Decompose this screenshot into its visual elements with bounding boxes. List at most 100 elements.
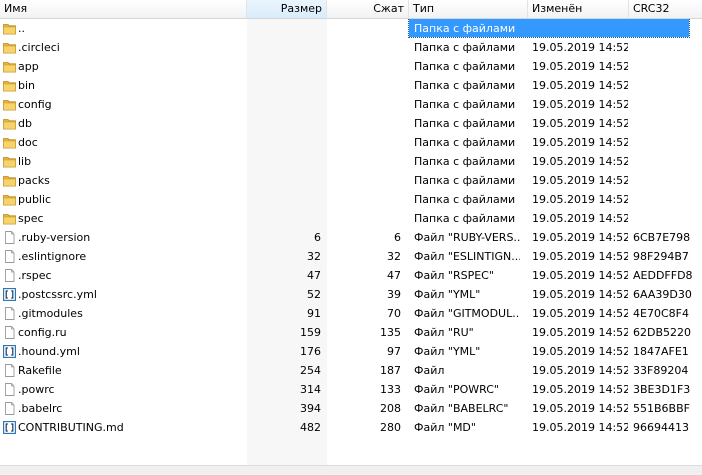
file-name: public <box>18 193 52 206</box>
file-packed-size: 70 <box>387 307 401 320</box>
file-row[interactable]: .circleci Папка с файлами 19.05.2019 14:52 <box>0 38 702 57</box>
file-list[interactable]: .. Папка с файлами .circleci Папка с файлам… <box>0 19 702 465</box>
file-type: Папка с файлами <box>414 79 516 92</box>
file-packed-size: 133 <box>380 383 401 396</box>
column-modified-header[interactable]: Изменён <box>528 0 629 18</box>
file-packed-size <box>327 152 401 171</box>
file-packed-size: 208 <box>380 402 401 415</box>
column-size-header[interactable]: Размер <box>247 0 327 18</box>
file-crc32: 98F294B7 <box>633 250 689 263</box>
file-crc32: 62DB5220 <box>633 326 692 339</box>
file-size <box>247 171 321 190</box>
file-type: Папка с файлами <box>414 155 516 168</box>
file-size <box>247 95 321 114</box>
file-row[interactable]: CONTRIBUTING.md 482 280 Файл "MD" 19.05.2019… <box>0 418 702 437</box>
file-modified: 19.05.2019 14:52 <box>532 402 628 415</box>
file-name: packs <box>18 174 50 187</box>
file-modified: 19.05.2019 14:52 <box>532 250 628 263</box>
file-crc32 <box>633 190 702 209</box>
file-crc32 <box>633 171 702 190</box>
file-packed-size <box>327 76 401 95</box>
file-row[interactable]: spec Папка с файлами 19.05.2019 14:52 <box>0 209 702 228</box>
file-icon <box>3 269 16 282</box>
file-row[interactable]: doc Папка с файлами 19.05.2019 14:52 <box>0 133 702 152</box>
folder-icon <box>3 174 16 187</box>
file-modified <box>532 19 628 38</box>
file-modified: 19.05.2019 14:52 <box>532 212 628 225</box>
file-name: .. <box>18 22 25 35</box>
file-name: .postcssrc.yml <box>18 288 97 301</box>
column-type-header[interactable]: Тип <box>409 0 528 18</box>
file-row[interactable]: app Папка с файлами 19.05.2019 14:52 <box>0 57 702 76</box>
file-row[interactable]: Rakefile 254 187 Файл 19.05.2019 14:52 33F892… <box>0 361 702 380</box>
file-packed-size: 280 <box>380 421 401 434</box>
folder-icon <box>3 136 16 149</box>
file-name: bin <box>18 79 36 92</box>
file-size: 482 <box>300 421 321 434</box>
file-type: Файл "RSPEC" <box>414 269 494 282</box>
file-row[interactable]: .babelrc 394 208 Файл "BABELRC" 19.05.2019 1… <box>0 399 702 418</box>
column-crc-header[interactable]: CRC32 <box>629 0 702 18</box>
file-modified: 19.05.2019 14:52 <box>532 98 628 111</box>
file-type: Папка с файлами <box>414 193 516 206</box>
file-row[interactable]: .postcssrc.yml 52 39 Файл "YML" 19.05.2019 1… <box>0 285 702 304</box>
file-row[interactable]: lib Папка с файлами 19.05.2019 14:52 <box>0 152 702 171</box>
file-crc32 <box>633 95 702 114</box>
file-row[interactable]: .. Папка с файлами <box>0 19 702 38</box>
file-packed-size <box>327 133 401 152</box>
file-icon <box>3 364 16 377</box>
file-row[interactable]: .rspec 47 47 Файл "RSPEC" 19.05.2019 14:52 AE… <box>0 266 702 285</box>
file-row[interactable]: public Папка с файлами 19.05.2019 14:52 <box>0 190 702 209</box>
file-row[interactable]: db Папка с файлами 19.05.2019 14:52 <box>0 114 702 133</box>
file-icon <box>3 250 16 263</box>
file-name: Rakefile <box>18 364 62 377</box>
file-modified: 19.05.2019 14:52 <box>532 117 628 130</box>
file-packed-size <box>327 95 401 114</box>
file-crc32 <box>633 19 702 38</box>
file-size: 159 <box>300 326 321 339</box>
file-row[interactable]: packs Папка с файлами 19.05.2019 14:52 <box>0 171 702 190</box>
file-row[interactable]: config Папка с файлами 19.05.2019 14:52 <box>0 95 702 114</box>
file-packed-size: 39 <box>387 288 401 301</box>
file-crc32 <box>633 76 702 95</box>
file-size: 254 <box>300 364 321 377</box>
file-name: .powrc <box>18 383 55 396</box>
file-name: db <box>18 117 32 130</box>
file-row[interactable]: .ruby-version 6 6 Файл "RUBY-VERS... 19.05.2… <box>0 228 702 247</box>
file-size <box>247 57 321 76</box>
file-size <box>247 19 321 38</box>
file-type: Папка с файлами <box>414 117 516 130</box>
file-icon <box>3 231 16 244</box>
file-size: 32 <box>307 250 321 263</box>
column-name-header[interactable]: Имя <box>0 0 247 18</box>
file-name: lib <box>18 155 32 168</box>
file-row[interactable]: .hound.yml 176 97 Файл "YML" 19.05.2019 14:5… <box>0 342 702 361</box>
file-size: 6 <box>314 231 321 244</box>
file-row[interactable]: config.ru 159 135 Файл "RU" 19.05.2019 14:52… <box>0 323 702 342</box>
file-modified: 19.05.2019 14:52 <box>532 288 628 301</box>
file-name: spec <box>18 212 44 225</box>
folder-icon <box>3 41 16 54</box>
file-row[interactable]: .gitmodules 91 70 Файл "GITMODUL... 19.05.20… <box>0 304 702 323</box>
folder-icon <box>3 155 16 168</box>
file-type: Папка с файлами <box>414 60 516 73</box>
folder-icon <box>3 22 16 35</box>
file-modified: 19.05.2019 14:52 <box>532 136 628 149</box>
file-crc32 <box>633 152 702 171</box>
file-row[interactable]: bin Папка с файлами 19.05.2019 14:52 <box>0 76 702 95</box>
file-size <box>247 76 321 95</box>
folder-icon <box>3 193 16 206</box>
file-size <box>247 114 321 133</box>
file-packed-size: 135 <box>380 326 401 339</box>
file-row[interactable]: .powrc 314 133 Файл "POWRC" 19.05.2019 14:52… <box>0 380 702 399</box>
file-packed-size <box>327 19 401 38</box>
file-packed-size: 97 <box>387 345 401 358</box>
file-type: Папка с файлами <box>414 98 516 111</box>
column-packed-header[interactable]: Сжат <box>327 0 409 18</box>
file-crc32 <box>633 133 702 152</box>
file-type: Папка с файлами <box>414 212 516 225</box>
file-row[interactable]: .eslintignore 32 32 Файл "ESLINTIGN... 19.05… <box>0 247 702 266</box>
folder-icon <box>3 212 16 225</box>
file-name: .rspec <box>18 269 52 282</box>
file-modified: 19.05.2019 14:52 <box>532 421 628 434</box>
